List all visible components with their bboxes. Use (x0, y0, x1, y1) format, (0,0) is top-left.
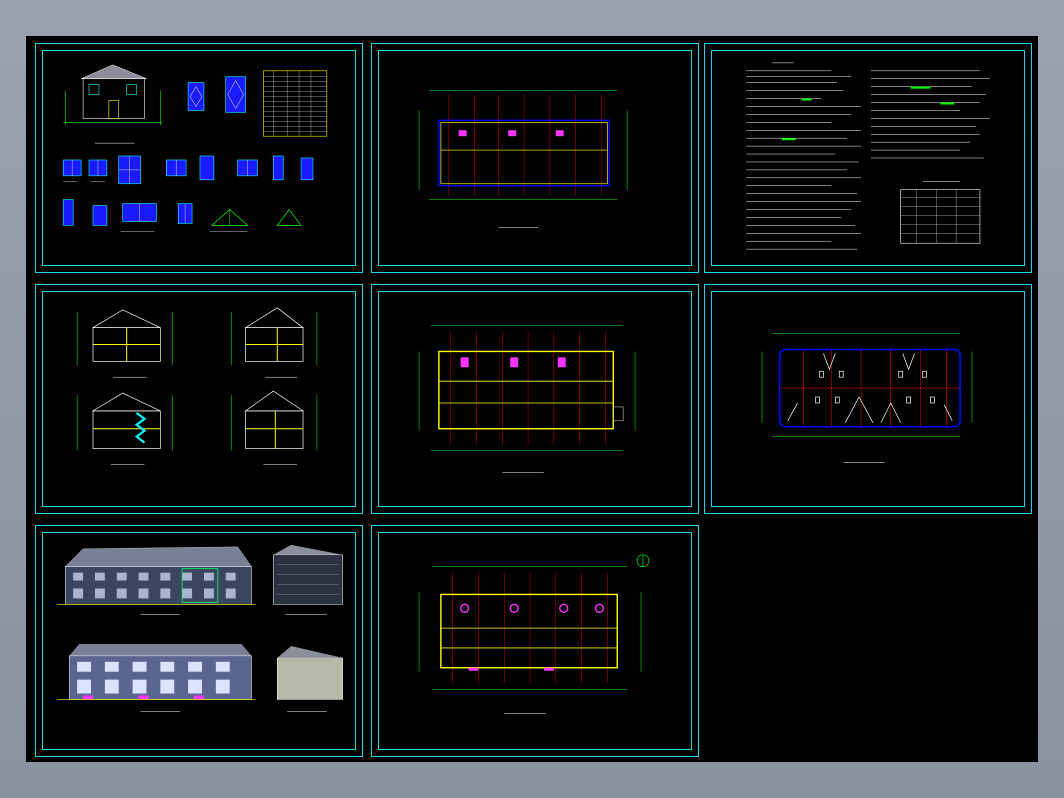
sheet-inner-frame (42, 532, 356, 750)
drawing-sheet-design-notes[interactable] (704, 43, 1032, 273)
sheet-inner-frame (42, 50, 356, 266)
sheet-inner-frame (711, 50, 1025, 266)
floor-plan-a-drawing (418, 90, 628, 228)
elevation-details-drawing (62, 64, 328, 232)
drawing-sheet-floor-plan-b[interactable] (371, 284, 699, 514)
design-notes-drawing (746, 62, 990, 250)
floor-plan-b-drawing (418, 325, 636, 473)
cad-model-space[interactable] (26, 36, 1038, 762)
sheet-inner-frame (378, 532, 692, 750)
floor-plan-c-drawing (418, 554, 650, 714)
sheet-inner-frame (378, 50, 692, 266)
roof-plan-drawing (761, 333, 973, 463)
colored-elevations-drawing (57, 544, 343, 712)
drawing-sheet-elevation-details[interactable] (35, 43, 363, 273)
drawing-sheet-colored-elevations[interactable] (35, 525, 363, 757)
drawing-sheet-floor-plan-a[interactable] (371, 43, 699, 273)
sheet-inner-frame (378, 291, 692, 507)
drawing-sheet-roof-plan[interactable] (704, 284, 1032, 514)
sections-drawing (76, 307, 318, 465)
sheet-inner-frame (711, 291, 1025, 507)
drawing-sheet-sections[interactable] (35, 284, 363, 514)
drawing-sheet-floor-plan-c[interactable] (371, 525, 699, 757)
sheet-inner-frame (42, 291, 356, 507)
